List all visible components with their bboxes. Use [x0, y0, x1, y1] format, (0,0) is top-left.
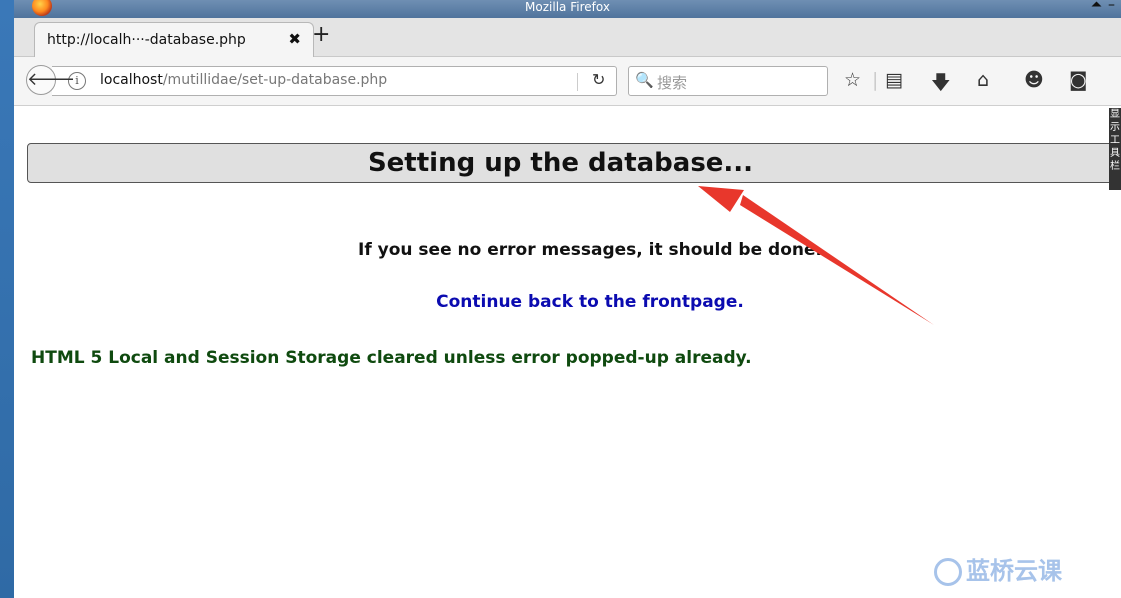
show-toolbar-tooltip: 显示工具栏: [1109, 108, 1121, 190]
annotation-arrow-icon: [698, 186, 934, 325]
watermark: 蓝桥云课: [934, 551, 1062, 586]
lanqiao-logo-icon: [934, 558, 962, 586]
watermark-text: 蓝桥云课: [966, 557, 1062, 585]
